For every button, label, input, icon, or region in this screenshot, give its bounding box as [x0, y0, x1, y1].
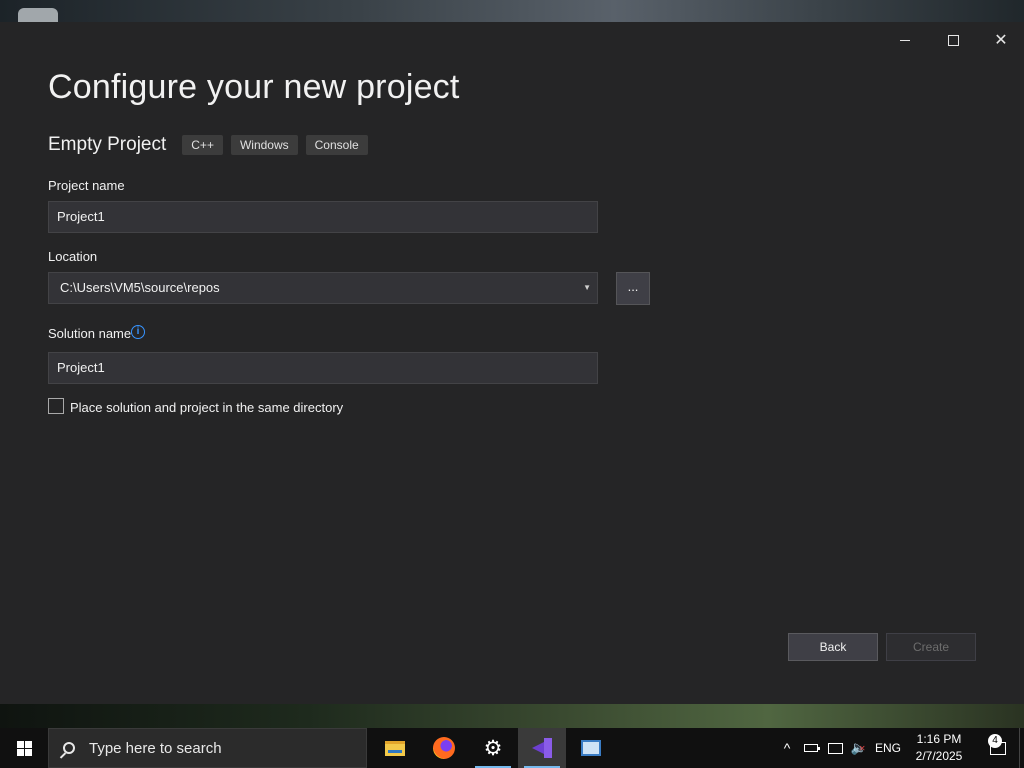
firefox-icon	[433, 737, 455, 759]
info-icon[interactable]: i	[131, 325, 145, 339]
gear-icon: ⚙	[483, 736, 503, 760]
action-center-button[interactable]: 4	[978, 728, 1018, 768]
back-button[interactable]: Back	[788, 633, 878, 661]
show-hidden-icons-button[interactable]: ^	[778, 728, 796, 768]
template-header: Empty Project C++ Windows Console	[48, 134, 376, 156]
windows-logo-icon	[16, 740, 32, 756]
desktop-wallpaper-top	[0, 0, 1024, 22]
taskbar-firefox[interactable]	[420, 728, 468, 768]
minimize-button[interactable]	[882, 28, 928, 52]
search-icon	[63, 742, 75, 754]
taskbar-search-box[interactable]: Type here to search	[48, 728, 367, 768]
search-placeholder: Type here to search	[89, 739, 222, 757]
configure-project-dialog: ✕ Configure your new project Empty Proje…	[0, 22, 1024, 704]
taskbar-settings[interactable]: ⚙	[469, 728, 517, 768]
clock-time: 1:16 PM	[916, 732, 962, 746]
close-button[interactable]: ✕	[978, 28, 1024, 52]
battery-status[interactable]	[800, 728, 822, 768]
desktop-wallpaper-bottom	[0, 704, 1024, 728]
same-directory-label[interactable]: Place solution and project in the same d…	[70, 400, 343, 415]
network-status[interactable]	[824, 728, 846, 768]
volume-status[interactable]: 🔈	[848, 728, 870, 768]
page-title: Configure your new project	[48, 68, 460, 106]
tag-project-type: Console	[305, 135, 368, 155]
location-value: C:\Users\VM5\source\repos	[60, 280, 220, 295]
maximize-icon	[947, 34, 959, 46]
taskbar: Type here to search ⚙ ^ 🔈 ENG 1:16 PM 2/…	[0, 728, 1024, 768]
taskbar-visual-studio[interactable]	[518, 728, 566, 768]
solution-name-label: Solution name	[48, 326, 132, 341]
volume-muted-icon: 🔈	[851, 740, 867, 756]
monitor-icon	[581, 740, 601, 756]
folder-icon	[385, 740, 405, 756]
clock-date: 2/7/2025	[915, 749, 963, 763]
close-icon: ✕	[994, 32, 1008, 49]
network-icon	[827, 742, 843, 754]
solution-name-input[interactable]: Project1	[48, 352, 598, 384]
start-button[interactable]	[0, 728, 48, 768]
location-combobox[interactable]: C:\Users\VM5\source\repos ▼	[48, 272, 598, 304]
language-indicator[interactable]: ENG	[872, 728, 904, 768]
project-name-input[interactable]: Project1	[48, 201, 598, 233]
dropdown-arrow-icon[interactable]: ▼	[583, 273, 591, 303]
desktop-object	[18, 8, 58, 22]
browse-button[interactable]: ...	[616, 272, 650, 305]
clock[interactable]: 1:16 PM 2/7/2025	[908, 731, 970, 765]
template-name: Empty Project	[48, 134, 167, 155]
tag-language: C++	[182, 135, 223, 155]
tag-platform: Windows	[230, 135, 298, 155]
taskbar-remote-desktop[interactable]	[567, 728, 615, 768]
minimize-icon	[900, 39, 910, 41]
taskbar-file-explorer[interactable]	[371, 728, 419, 768]
notification-count-badge: 4	[988, 734, 1002, 748]
maximize-button[interactable]	[930, 28, 976, 52]
project-name-label: Project name	[48, 178, 125, 193]
chevron-up-icon: ^	[783, 740, 791, 756]
battery-icon	[804, 744, 820, 752]
show-desktop-button[interactable]	[1019, 728, 1024, 768]
same-directory-checkbox[interactable]	[48, 398, 64, 414]
visual-studio-icon	[532, 738, 552, 758]
create-button[interactable]: Create	[886, 633, 976, 661]
location-label: Location	[48, 249, 98, 264]
